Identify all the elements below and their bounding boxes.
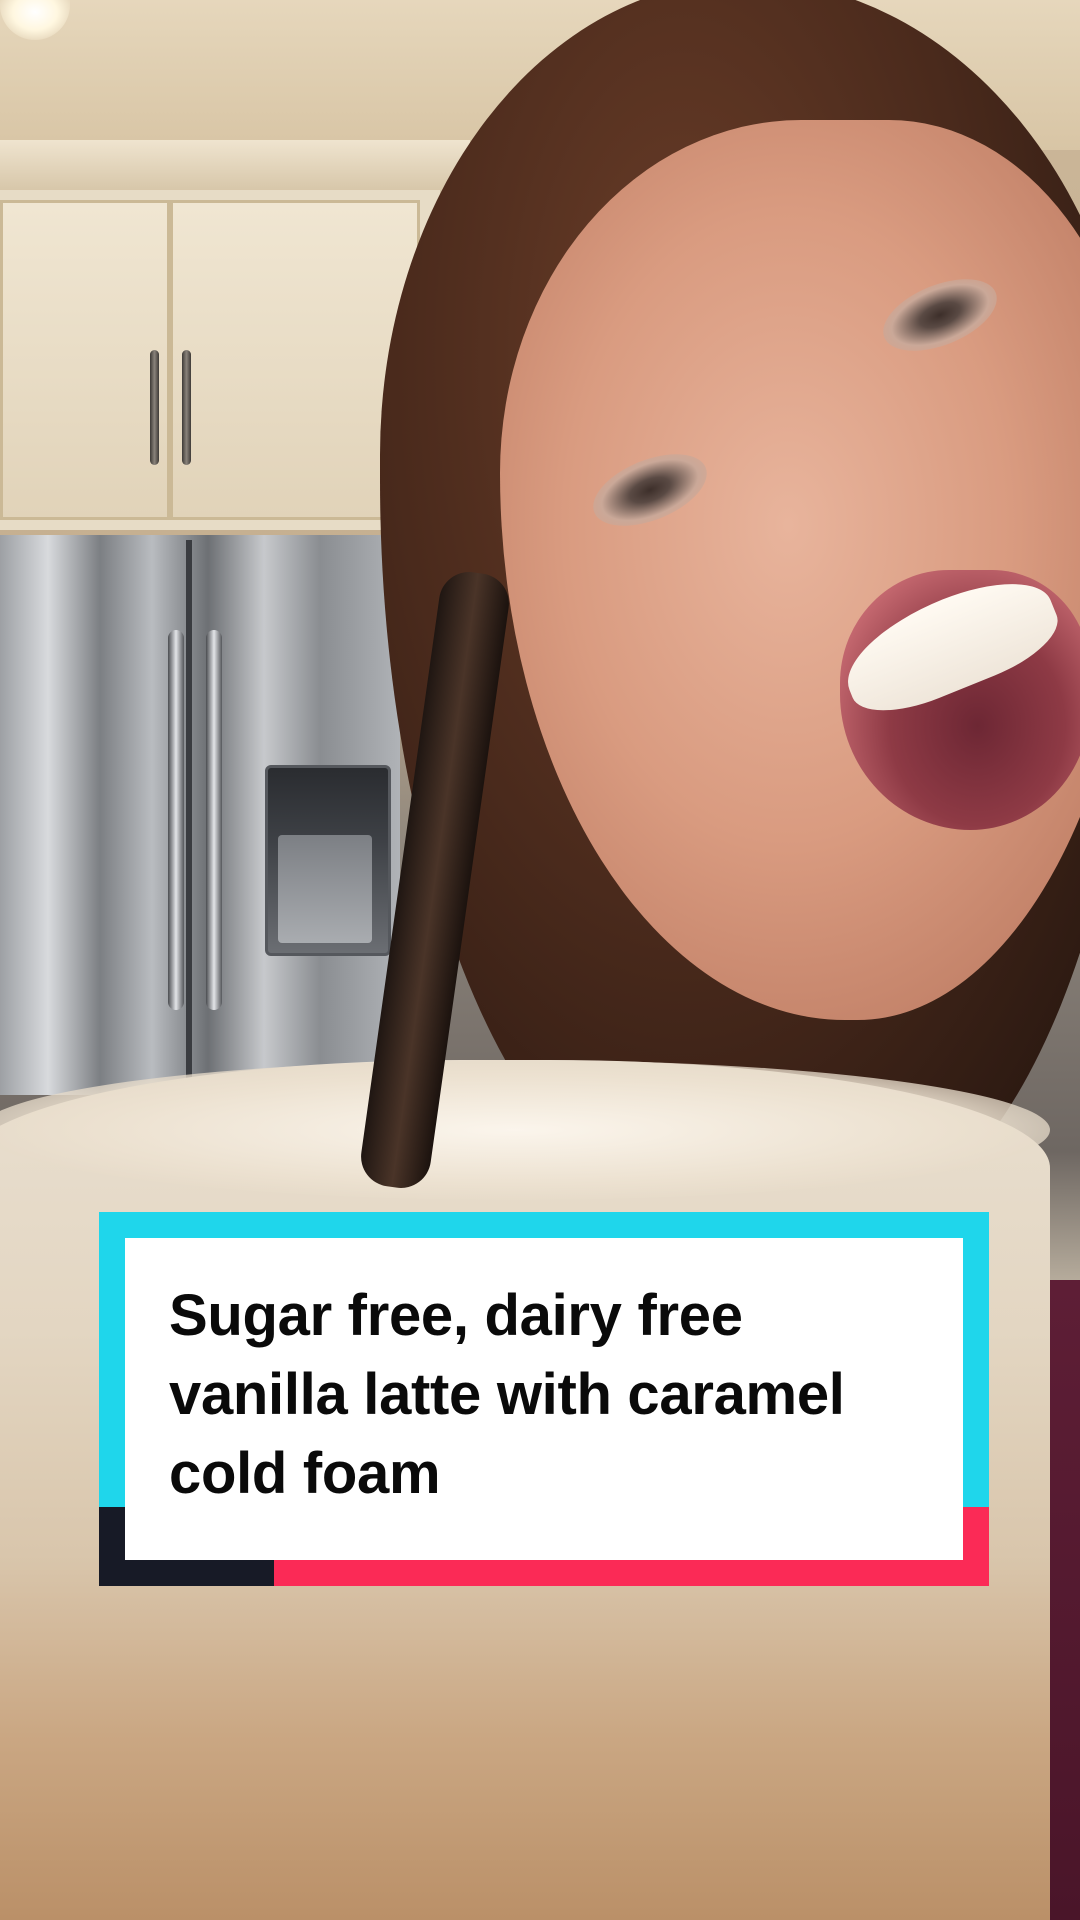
video-background — [0, 0, 1080, 1920]
caption-line-3: cold foam — [169, 1441, 441, 1506]
caption-line-1: Sugar free, dairy free — [169, 1283, 743, 1348]
cabinet-handle-right — [182, 350, 191, 465]
cabinet-handle-left — [150, 350, 159, 465]
latte-cold-foam — [0, 1060, 1050, 1200]
caption-sticker: Sugar free, dairy free vanilla latte with… — [99, 1212, 989, 1586]
refrigerator-handle-right — [206, 630, 222, 1010]
cabinet-crown-molding — [0, 140, 470, 195]
water-dispenser-nozzle — [278, 835, 372, 943]
refrigerator-handle-left — [168, 630, 184, 1010]
caption-line-2: vanilla latte with caramel — [169, 1362, 845, 1427]
refrigerator-door-gap — [186, 540, 192, 1080]
cabinet-door-left — [0, 200, 170, 520]
caption-text: Sugar free, dairy free vanilla latte with… — [169, 1276, 923, 1513]
caption-card: Sugar free, dairy free vanilla latte with… — [125, 1238, 963, 1560]
video-frame[interactable]: Sugar free, dairy free vanilla latte with… — [0, 0, 1080, 1920]
